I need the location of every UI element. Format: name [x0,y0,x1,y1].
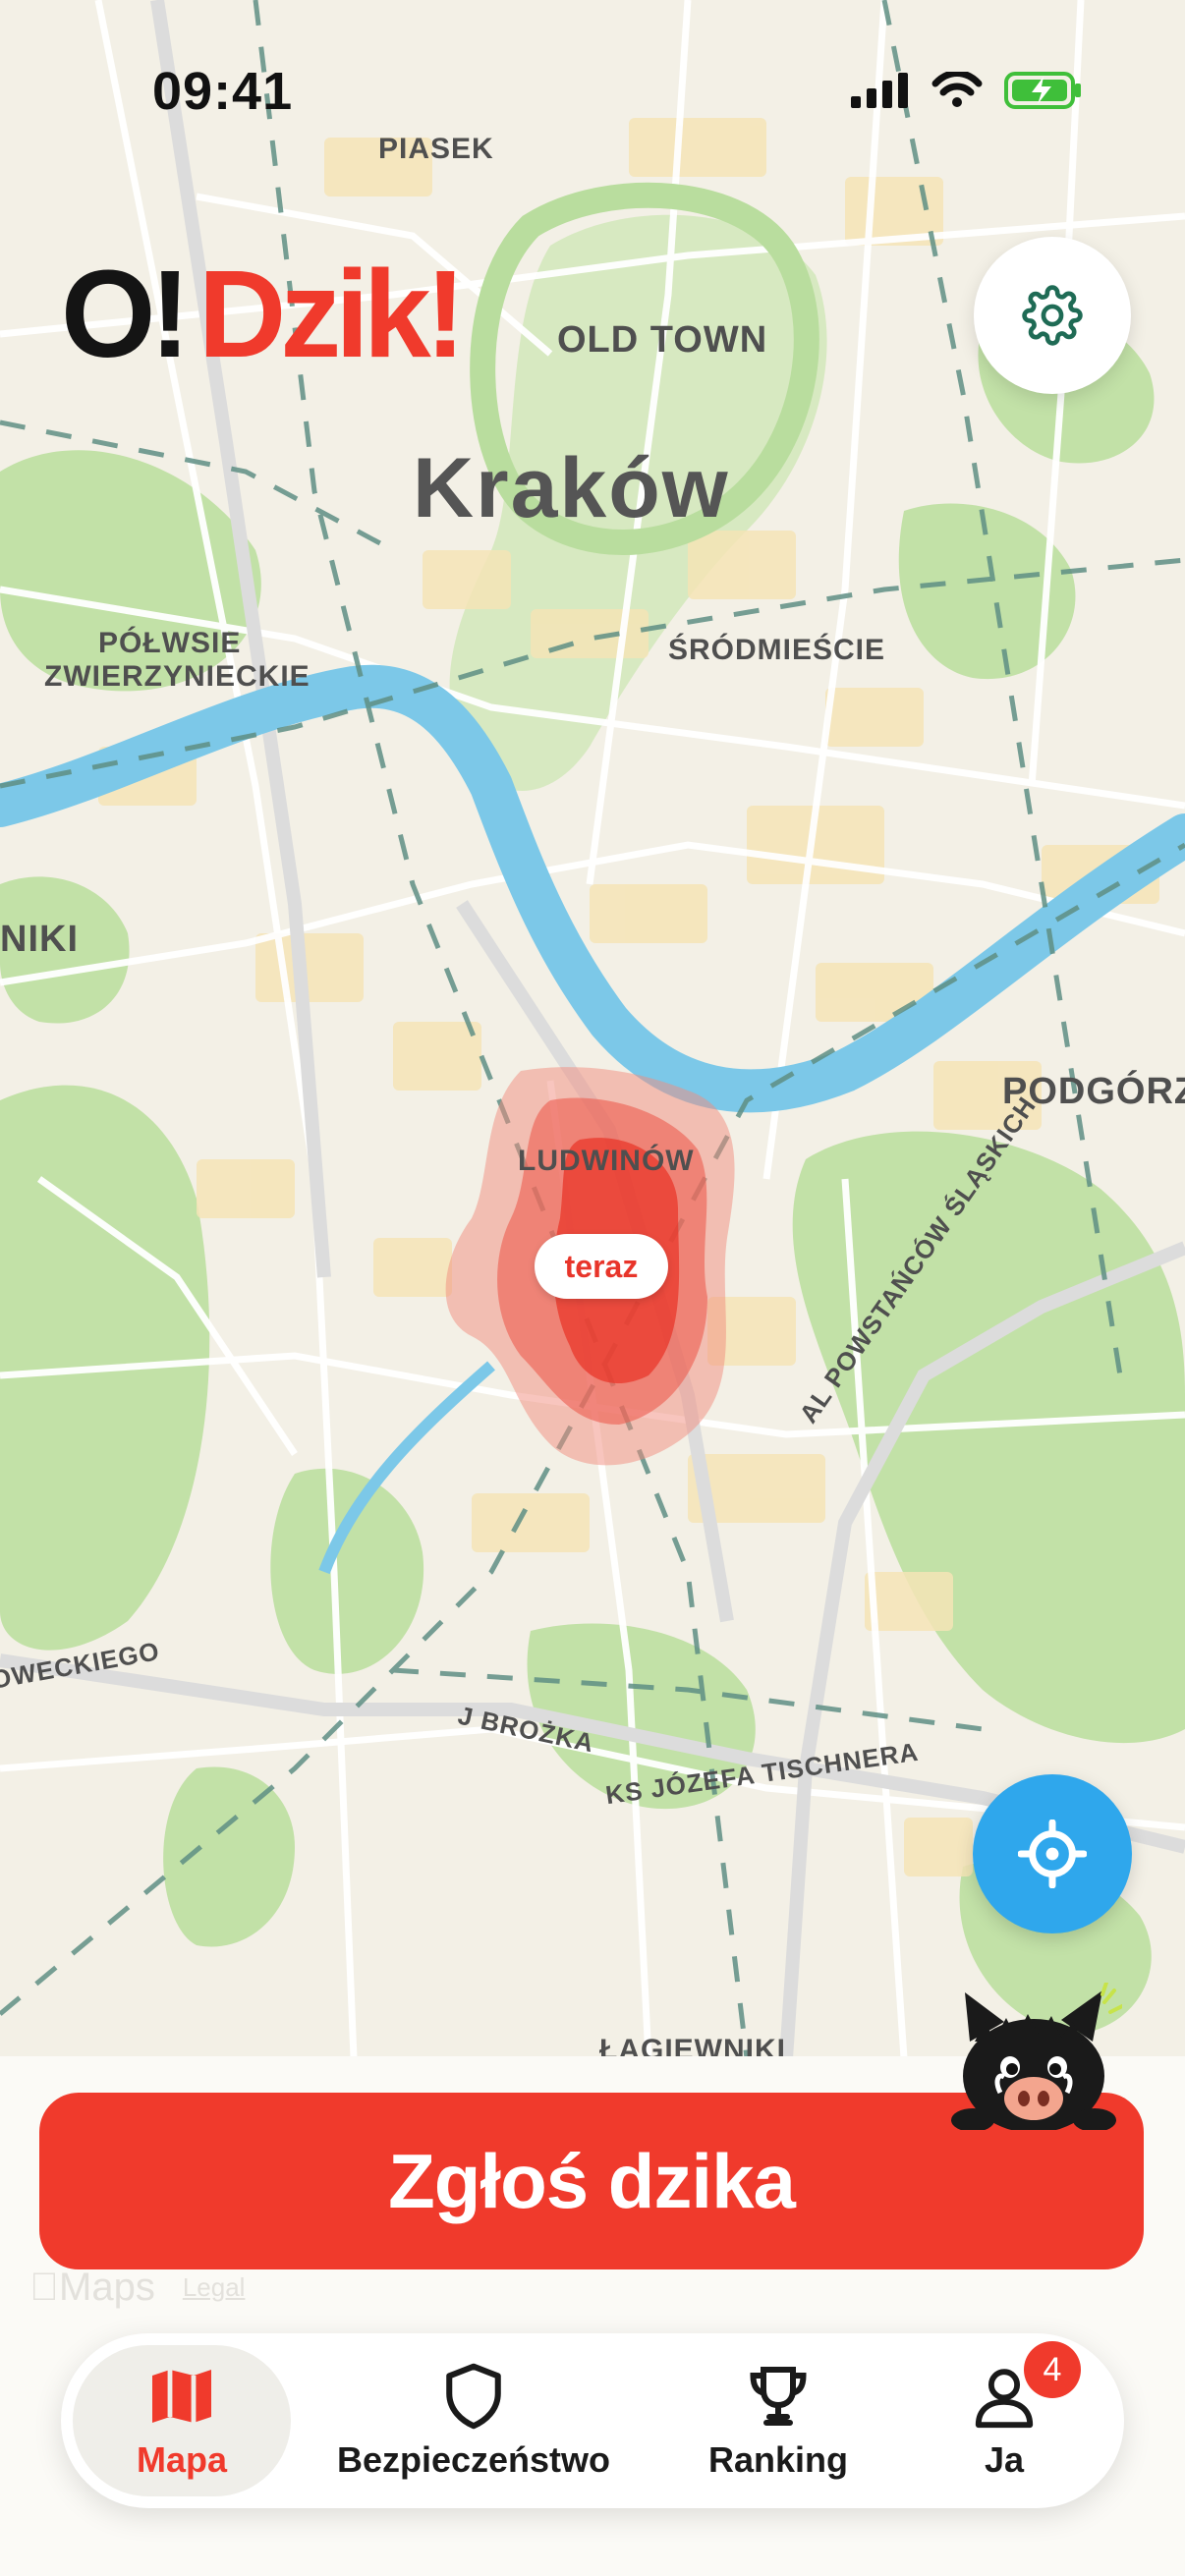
status-icons [851,71,1083,110]
shield-icon [446,2363,501,2430]
map-icon [152,2370,211,2423]
map-label-srodmiescie: ŚRÓDMIEŚCIE [668,634,886,666]
map-label-polwsie-1: PÓŁWSIE [98,627,242,659]
tab-label-mapa: Mapa [136,2439,228,2480]
tab-ranking[interactable]: Ranking [680,2333,876,2508]
heat-time-label[interactable]: teraz [535,1234,668,1299]
cellular-signal-icon [851,73,908,108]
app-logo: O! Dzik! [61,252,466,376]
status-time: 09:41 [152,62,294,121]
apple-maps-logo: Maps [29,2266,155,2309]
map-label-niki: NIKI [0,919,79,960]
tab-label-ranking: Ranking [707,2439,848,2480]
tab-ja[interactable]: Ja 4 [926,2333,1083,2508]
wifi-icon [931,72,983,107]
legal-link[interactable]: Legal [183,2272,246,2303]
map-label-city: Kraków [413,441,730,535]
gear-icon [1022,285,1083,346]
tab-bezpieczenstwo[interactable]: Bezpieczeństwo [326,2333,621,2508]
map-label-old-town: OLD TOWN [557,319,768,361]
locate-me-button[interactable] [973,1774,1132,1933]
map-label-polwsie-2: ZWIERZYNIECKIE [44,660,310,693]
map-label-ludwinow: LUDWINÓW [518,1145,695,1177]
battery-charging-icon [1004,72,1081,109]
boar-mascot-icon [951,1983,1122,2130]
maps-attribution: Maps Legal [29,2266,245,2310]
tab-label-bezpieczenstwo: Bezpieczeństwo [336,2439,611,2480]
logo-o: O! [61,245,191,384]
crosshair-location-icon [1018,1820,1087,1888]
notification-badge: 4 [1024,2341,1081,2398]
logo-dzik: Dzik! [198,245,466,384]
status-bar: 09:41 [0,0,1185,187]
tab-mapa[interactable]: Mapa [73,2333,291,2508]
tab-bar: Mapa Bezpieczeństwo Ranking Ja 4 [61,2333,1124,2508]
trophy-icon [750,2367,807,2426]
tab-label-ja: Ja [984,2439,1025,2480]
settings-button[interactable] [974,237,1131,394]
